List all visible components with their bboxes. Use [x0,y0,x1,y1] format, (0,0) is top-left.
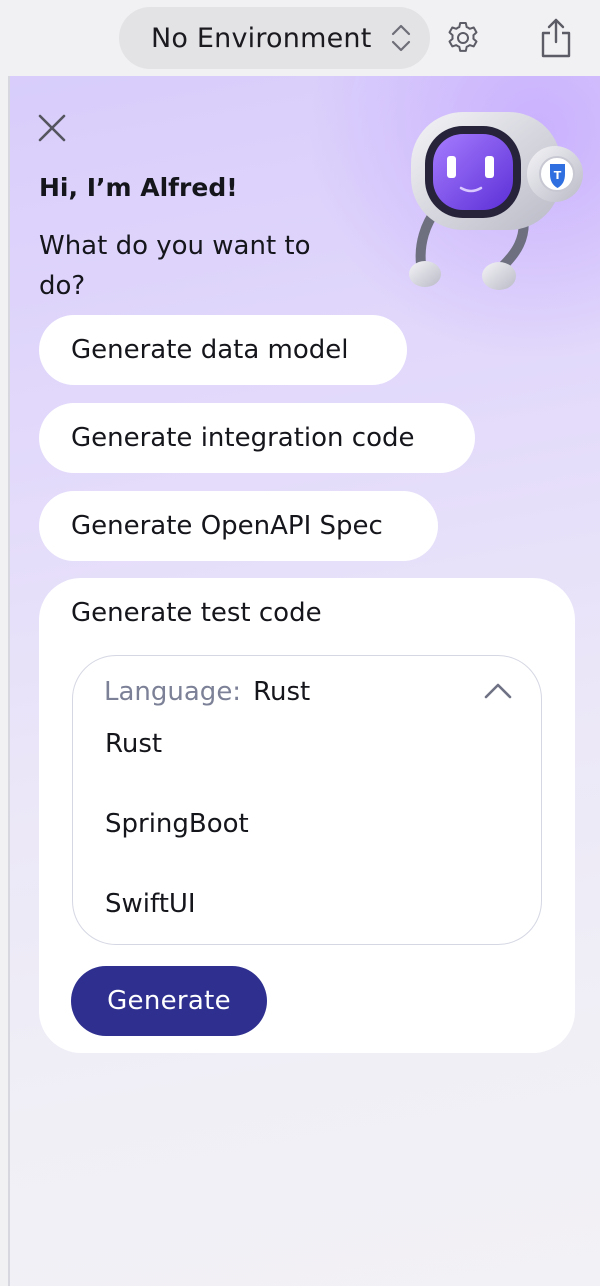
generate-test-code-card: Generate test code Language: Rust Rust S… [39,578,575,1053]
language-label: Language: [104,677,242,707]
up-down-chevron-icon [391,24,411,52]
svg-text:T: T [554,169,562,182]
share-icon[interactable] [538,17,574,59]
assistant-question: What do you want to do? [39,231,311,301]
environment-selector[interactable]: No Environment [119,7,430,69]
chevron-up-icon[interactable] [483,680,513,700]
generate-data-model-button[interactable]: Generate data model [39,315,407,385]
environment-label: No Environment [151,22,372,54]
language-dropdown[interactable]: Language: Rust Rust SpringBoot SwiftUI [72,655,542,945]
assistant-greeting: Hi, I’m Alfred! [39,173,238,202]
robot-mascot-icon: T [409,112,583,290]
close-icon[interactable] [36,112,68,144]
generate-openapi-spec-button[interactable]: Generate OpenAPI Spec [39,491,438,561]
generate-integration-code-button[interactable]: Generate integration code [39,403,475,473]
test-code-title: Generate test code [71,598,322,628]
language-option-swiftui[interactable]: SwiftUI [105,889,196,919]
language-selected[interactable]: Language: Rust [104,674,310,710]
generate-button[interactable]: Generate [71,966,267,1036]
gear-icon[interactable] [445,20,481,56]
top-bar: No Environment [0,0,600,76]
assistant-panel: Hi, I’m Alfred! What do you want to do? [10,76,600,1286]
language-option-rust[interactable]: Rust [105,729,162,759]
language-option-springboot[interactable]: SpringBoot [105,809,249,839]
language-value: Rust [253,677,311,707]
